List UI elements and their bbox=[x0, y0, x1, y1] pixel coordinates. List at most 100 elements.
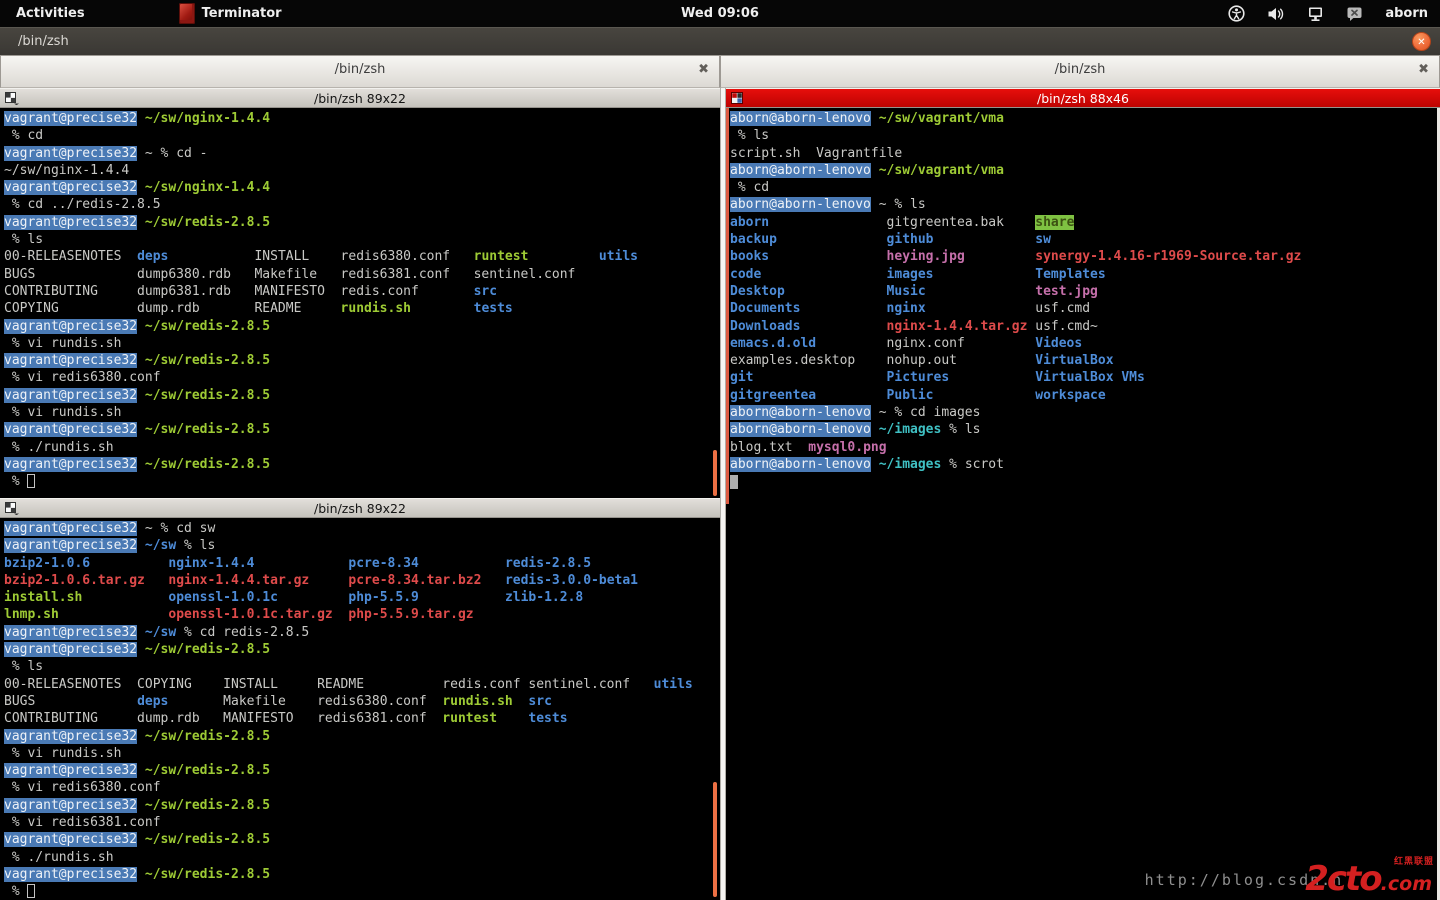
terminal-line: % ./rundis.sh bbox=[4, 439, 720, 456]
text-segment bbox=[761, 267, 886, 282]
text-segment: pcre-8.34.tar.bz2 bbox=[348, 573, 481, 588]
text-segment: ~/sw bbox=[145, 538, 176, 553]
pane-right-header[interactable]: /bin/zsh 88x46 bbox=[726, 88, 1440, 108]
terminal-line: % vi rundis.sh bbox=[4, 335, 720, 352]
pane-title: /bin/zsh 89x22 bbox=[0, 91, 720, 106]
text-segment: vagrant@precise32 bbox=[4, 521, 137, 536]
text-segment: vagrant@precise32 bbox=[4, 798, 137, 813]
text-segment bbox=[934, 232, 1036, 247]
text-segment bbox=[137, 642, 145, 657]
text-segment bbox=[419, 556, 505, 571]
text-segment: tests bbox=[528, 711, 567, 726]
text-segment: blog.txt bbox=[730, 440, 808, 455]
terminal-right[interactable]: aborn@aborn-lenovo ~/sw/vagrant/vma % ls… bbox=[726, 108, 1440, 900]
text-segment: aborn@aborn-lenovo bbox=[730, 197, 871, 212]
gnome-top-bar: Activities Terminator Wed 09:06 aborn bbox=[0, 0, 1440, 27]
text-segment: % ls bbox=[941, 422, 980, 437]
tab-right-close-icon[interactable]: ✖ bbox=[1418, 62, 1429, 77]
text-segment bbox=[871, 111, 879, 126]
terminal-line: vagrant@precise32 ~/sw/redis-2.8.5 bbox=[4, 352, 720, 369]
text-segment: script.sh Vagrantfile bbox=[730, 146, 902, 161]
scrollbar-thumb[interactable] bbox=[726, 108, 729, 504]
terminal-bottom-left[interactable]: vagrant@precise32 ~ % cd swvagrant@preci… bbox=[0, 518, 720, 900]
terminal-line: aborn@aborn-lenovo ~/images % scrot bbox=[730, 456, 1440, 473]
text-segment: ~/sw/nginx-1.4.4 bbox=[4, 163, 129, 178]
text-segment bbox=[481, 573, 504, 588]
text-segment: vagrant@precise32 bbox=[4, 763, 137, 778]
right-column: /bin/zsh 88x46 aborn@aborn-lenovo ~/sw/v… bbox=[726, 88, 1440, 900]
text-segment: heying.jpg bbox=[887, 249, 965, 264]
text-segment: utils bbox=[599, 249, 638, 264]
pane-top-left: /bin/zsh 89x22 vagrant@precise32 ~/sw/ng… bbox=[0, 88, 720, 498]
text-segment: ~/sw/vagrant/vma bbox=[879, 163, 1004, 178]
text-segment: runtest bbox=[442, 711, 497, 726]
text-segment bbox=[137, 111, 145, 126]
user-menu[interactable]: aborn bbox=[1385, 6, 1428, 21]
terminal-line: vagrant@precise32 ~/sw/redis-2.8.5 bbox=[4, 866, 720, 883]
text-segment: backup bbox=[730, 232, 777, 247]
text-segment: vagrant@precise32 bbox=[4, 538, 137, 553]
text-segment: ~/sw/vagrant/vma bbox=[879, 111, 1004, 126]
text-segment: ~/sw/redis-2.8.5 bbox=[145, 215, 270, 230]
watermark-caption: 红黑联盟 bbox=[1394, 858, 1434, 867]
text-segment: synergy-1.4.16-r1969-Source.tar.gz bbox=[1035, 249, 1301, 264]
text-segment: images bbox=[887, 267, 934, 282]
text-segment: ~/sw/redis-2.8.5 bbox=[145, 319, 270, 334]
text-segment: Makefile redis6380.conf bbox=[168, 694, 442, 709]
text-segment bbox=[871, 163, 879, 178]
text-segment: vagrant@precise32 bbox=[4, 457, 137, 472]
terminal-line: lnmp.sh openssl-1.0.1c.tar.gz php-5.5.9.… bbox=[4, 606, 720, 623]
text-segment: vagrant@precise32 bbox=[4, 422, 137, 437]
scrollbar-thumb[interactable] bbox=[713, 782, 717, 897]
pane-bottom-left-header[interactable]: /bin/zsh 89x22 bbox=[0, 498, 720, 518]
text-segment: % ./rundis.sh bbox=[4, 440, 114, 455]
terminal-top-left[interactable]: vagrant@precise32 ~/sw/nginx-1.4.4 % cd v… bbox=[0, 108, 720, 498]
text-segment: Downloads bbox=[730, 319, 800, 334]
terminal-line: 00-RELEASENOTES deps INSTALL redis6380.c… bbox=[4, 248, 720, 265]
text-segment bbox=[137, 180, 145, 195]
window-close-button[interactable]: ✕ bbox=[1412, 32, 1431, 51]
scrollbar-thumb[interactable] bbox=[713, 450, 717, 496]
tab-right-label: /bin/zsh bbox=[721, 62, 1439, 77]
text-segment: pcre-8.34 bbox=[348, 556, 418, 571]
text-segment: vagrant@precise32 bbox=[4, 319, 137, 334]
text-segment: install.sh bbox=[4, 590, 82, 605]
chat-icon[interactable] bbox=[1346, 6, 1363, 22]
tab-bar: /bin/zsh ✖ /bin/zsh ✖ bbox=[0, 55, 1440, 88]
volume-icon[interactable] bbox=[1267, 6, 1285, 22]
text-segment: usf.cmd~ bbox=[1027, 319, 1097, 334]
text-segment: COPYING dump.rdb README bbox=[4, 301, 341, 316]
text-segment: deps bbox=[137, 694, 168, 709]
text-segment bbox=[800, 301, 886, 316]
terminal-cursor bbox=[27, 884, 35, 898]
text-segment: vagrant@precise32 bbox=[4, 388, 137, 403]
text-segment: vagrant@precise32 bbox=[4, 729, 137, 744]
terminal-line: % cd bbox=[4, 127, 720, 144]
text-segment: code bbox=[730, 267, 761, 282]
terminal-line: % cd ../redis-2.8.5 bbox=[4, 196, 720, 213]
accessibility-icon[interactable] bbox=[1228, 5, 1245, 22]
window-titlebar[interactable]: /bin/zsh ✕ bbox=[0, 27, 1440, 55]
tab-left-close-icon[interactable]: ✖ bbox=[698, 62, 709, 77]
text-segment: % vi rundis.sh bbox=[4, 746, 121, 761]
text-segment: Desktop bbox=[730, 284, 785, 299]
text-segment: ~ % cd sw bbox=[137, 521, 215, 536]
text-segment bbox=[137, 625, 145, 640]
pane-right: /bin/zsh 88x46 aborn@aborn-lenovo ~/sw/v… bbox=[726, 88, 1440, 900]
pane-title: /bin/zsh 89x22 bbox=[0, 501, 720, 516]
clock[interactable]: Wed 09:06 bbox=[0, 6, 1440, 21]
text-segment bbox=[753, 370, 886, 385]
text-segment: 00-RELEASENOTES bbox=[4, 249, 137, 264]
text-segment: vagrant@precise32 bbox=[4, 642, 137, 657]
tab-right[interactable]: /bin/zsh ✖ bbox=[720, 55, 1440, 88]
text-segment: % cd bbox=[730, 180, 769, 195]
text-segment: bzip2-1.0.6.tar.gz bbox=[4, 573, 145, 588]
tab-left[interactable]: /bin/zsh ✖ bbox=[0, 55, 720, 88]
display-icon[interactable] bbox=[1307, 6, 1324, 22]
text-segment: github bbox=[887, 232, 934, 247]
terminal-line: emacs.d.old nginx.conf Videos bbox=[730, 335, 1440, 352]
pane-top-left-header[interactable]: /bin/zsh 89x22 bbox=[0, 88, 720, 108]
text-segment bbox=[59, 607, 169, 622]
terminal-line: Downloads nginx-1.4.4.tar.gz usf.cmd~ bbox=[730, 318, 1440, 335]
terminal-line: 00-RELEASENOTES COPYING INSTALL README r… bbox=[4, 676, 720, 693]
